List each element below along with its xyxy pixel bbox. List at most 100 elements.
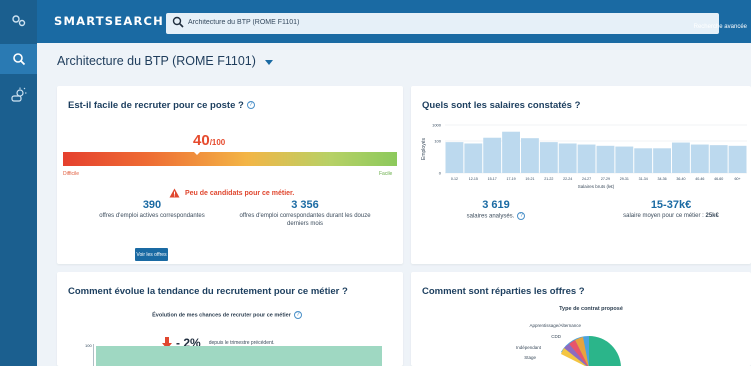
search-icon[interactable] xyxy=(172,16,184,28)
y-tick-label: 0 xyxy=(439,171,442,176)
histogram-bar xyxy=(615,146,634,173)
x-tick-label: 60+ xyxy=(735,177,741,181)
x-tick-label: 36-40 xyxy=(676,177,685,181)
settings-gear-icon xyxy=(11,15,25,27)
x-tick-label: 40-46 xyxy=(695,177,704,181)
salary-range-value: 15-37k€ xyxy=(650,199,692,211)
alert-text: Peu de candidats pour ce métier. xyxy=(185,189,295,197)
yearly-offers-label: offres d'emploi correspondantes durant l… xyxy=(239,213,371,227)
search-input[interactable] xyxy=(188,15,688,30)
x-tick-label: 21-22 xyxy=(544,177,553,181)
rail-insights-button[interactable] xyxy=(0,80,37,110)
trend-subtitle: Évolution de mes chances de recruter pou… xyxy=(147,311,307,319)
card-title: Est-il facile de recruter pour ce poste … xyxy=(68,100,255,111)
card-title: Comment sont réparties les offres ? xyxy=(422,286,585,297)
histogram-bar xyxy=(596,145,615,173)
histogram-bar xyxy=(521,138,539,173)
pie-slice-cdi xyxy=(589,336,621,366)
active-offers-label: offres d'emploi actives correspondantes xyxy=(99,213,205,219)
histogram-bar xyxy=(728,145,747,173)
x-tick-label: 0-12 xyxy=(451,177,458,181)
salaries-analyzed-text: salaires analysés. xyxy=(466,213,515,220)
card-title: Comment évolue la tendance du recrutemen… xyxy=(68,286,348,297)
help-icon[interactable]: ? xyxy=(293,311,302,319)
trend-subtitle-text: Évolution de mes chances de recruter pou… xyxy=(152,312,291,319)
legend-internship: Stage xyxy=(524,355,536,360)
offers-distribution-card: Comment sont réparties les offres ? Type… xyxy=(411,272,751,366)
x-tick-label: 29-31 xyxy=(620,177,629,181)
sun-cloud-icon xyxy=(10,87,26,102)
histogram-bar xyxy=(709,145,728,173)
warning-triangle-icon xyxy=(169,188,180,198)
page-title: Architecture du BTP (ROME F1101) xyxy=(57,54,256,68)
x-tick-label: 17-19 xyxy=(506,177,515,181)
histogram-bar xyxy=(539,142,558,173)
x-axis-label: Salaires bruts (k€) xyxy=(578,184,615,189)
x-tick-label: 22-24 xyxy=(563,177,572,181)
histogram-bar xyxy=(558,143,577,173)
x-tick-label: 15-17 xyxy=(488,177,497,181)
legend-apprenticeship: Apprentissage/Alternance xyxy=(529,323,581,328)
top-bar: SMARTSEARCH Recherche avancée xyxy=(37,0,751,43)
chevron-down-icon[interactable] xyxy=(264,59,273,65)
trend-y-axis xyxy=(93,344,94,366)
advanced-search-link[interactable]: Recherche avancée xyxy=(694,24,747,30)
alert-message: Peu de candidats pour ce métier. xyxy=(169,188,294,198)
trend-area-chart xyxy=(96,346,382,366)
x-tick-label: 46-60 xyxy=(714,177,723,181)
salary-average-prefix: salaire moyen pour ce métier : xyxy=(623,213,706,219)
x-tick-label: 27-29 xyxy=(601,177,610,181)
search-icon xyxy=(12,53,25,66)
gauge-left-label: Difficile xyxy=(63,171,80,177)
x-tick-label: 34-36 xyxy=(657,177,666,181)
y-tick-label: 100 xyxy=(434,139,441,144)
help-icon[interactable]: ? xyxy=(246,101,255,110)
page-header: Architecture du BTP (ROME F1101) xyxy=(57,54,273,68)
rail-settings-button[interactable] xyxy=(0,6,37,36)
salaries-card: Quels sont les salaires constatés ? Empl… xyxy=(411,86,751,264)
brand-name: SMARTSEARCH xyxy=(54,13,164,28)
view-offers-button[interactable]: Voir les offres xyxy=(135,248,168,261)
y-axis-label: Employés xyxy=(421,138,427,160)
contract-pie-chart xyxy=(561,335,621,366)
histogram-bar xyxy=(577,144,596,173)
difficulty-gauge xyxy=(63,152,397,166)
salaries-analyzed-label: salaires analysés.? xyxy=(451,212,541,221)
histogram-bar xyxy=(483,137,502,173)
x-tick-label: 12-15 xyxy=(469,177,478,181)
x-tick-label: 31-34 xyxy=(639,177,648,181)
salaries-analyzed-count: 3 619 xyxy=(482,199,510,211)
salary-average-label: salaire moyen pour ce métier : 25k€ xyxy=(606,212,736,220)
histogram-bar xyxy=(690,144,709,173)
search-bar xyxy=(166,13,719,34)
histogram-bar xyxy=(445,142,464,173)
x-tick-label: 24-27 xyxy=(582,177,591,181)
yearly-offers-count: 3 356 xyxy=(291,199,319,211)
gauge-pointer xyxy=(192,151,201,155)
active-offers-count: 390 xyxy=(142,199,162,211)
histogram-bar xyxy=(502,131,520,173)
x-tick-label: 19-21 xyxy=(525,177,534,181)
help-icon[interactable]: ? xyxy=(517,212,526,220)
recruitment-trend-card: Comment évolue la tendance du recrutemen… xyxy=(57,272,403,366)
score-value: 40/100 xyxy=(193,132,225,150)
salary-card-title: Quels sont les salaires constatés ? xyxy=(422,100,581,111)
histogram-bar xyxy=(653,148,671,173)
gauge-right-label: Facile xyxy=(379,171,393,177)
salary-average-value: 25k€ xyxy=(705,213,719,219)
brand-logo[interactable]: SMARTSEARCH xyxy=(54,13,183,28)
trend-y-tick: 100 xyxy=(85,343,92,348)
left-sidebar xyxy=(0,0,37,366)
recruit-ease-card: Est-il facile de recruter pour ce poste … xyxy=(57,86,403,264)
score-number: 40 xyxy=(193,132,210,149)
rail-search-button[interactable] xyxy=(0,44,37,74)
recruit-card-title: Est-il facile de recruter pour ce poste … xyxy=(68,100,244,111)
app: SMARTSEARCH Recherche avancée Architectu… xyxy=(0,0,751,366)
contract-type-subtitle: Type de contrat proposé xyxy=(559,306,623,312)
legend-independent: Indépendant xyxy=(515,345,541,350)
histogram-bar xyxy=(672,142,690,173)
card-title: Quels sont les salaires constatés ? xyxy=(422,100,580,111)
y-tick-label: 1000 xyxy=(432,123,442,128)
histogram-bar xyxy=(634,148,653,173)
score-suffix: /100 xyxy=(209,138,226,147)
